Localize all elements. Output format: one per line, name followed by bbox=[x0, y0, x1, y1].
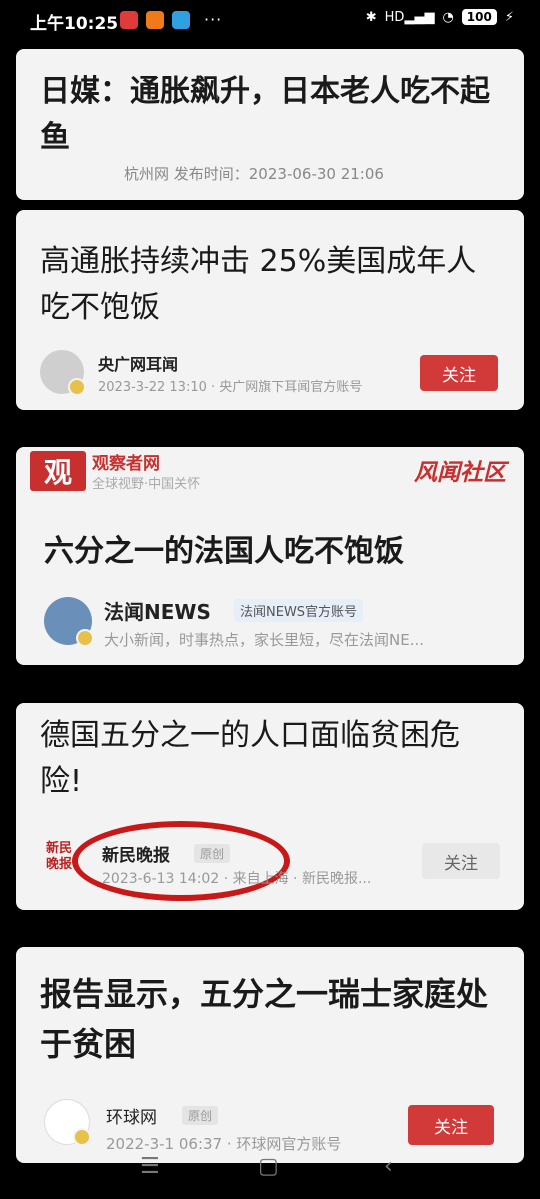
wifi-icon: ◔ bbox=[442, 9, 454, 25]
signal-icon: HD▂▄▆ bbox=[384, 9, 435, 25]
avatar[interactable] bbox=[40, 350, 86, 396]
fengwen-logo: 风闻社区 bbox=[414, 460, 506, 486]
status-bar: 上午10:25 ··· ✱ HD▂▄▆ ◔ 100 ⚡ bbox=[0, 0, 540, 40]
battery-icon: 100 bbox=[461, 9, 497, 25]
more-notifications-icon: ··· bbox=[204, 10, 223, 29]
source-sub: 2023-3-22 13:10 · 央广网旗下耳闻官方账号 bbox=[98, 380, 363, 395]
news-meta: 杭州网 发布时间：2023-06-30 21:06 bbox=[124, 165, 384, 183]
brand-name: 观察者网 bbox=[92, 454, 160, 474]
source-sub: 2022-3-1 06:37 · 环球网官方账号 bbox=[106, 1135, 342, 1153]
verified-icon bbox=[76, 629, 94, 647]
news-title[interactable]: 六分之一的法国人吃不饱饭 bbox=[44, 529, 500, 575]
bluetooth-icon: ✱ bbox=[365, 9, 377, 25]
brand-slogan: 全球视野·中国关怀 bbox=[92, 477, 201, 492]
weibo-icon bbox=[120, 10, 138, 29]
status-time: 上午10:25 bbox=[30, 14, 119, 34]
verified-icon bbox=[68, 378, 86, 396]
charging-icon: ⚡ bbox=[504, 9, 514, 25]
news-title[interactable]: 高通胀持续冲击 25%美国成年人吃不饱饭 bbox=[40, 239, 500, 331]
taobao-icon bbox=[146, 10, 164, 29]
news-card[interactable]: 德国五分之一的人口面临贫困危险! 新民晚报 新民晚报 原创 2023-6-13 … bbox=[16, 703, 524, 910]
original-badge: 原创 bbox=[194, 844, 231, 863]
source-name[interactable]: 新民晚报 bbox=[102, 841, 170, 866]
source-sub: 2023-6-13 14:02 · 来自上海 · 新民晚报... bbox=[102, 871, 372, 887]
menu-icon[interactable]: ☰ bbox=[140, 1154, 160, 1179]
news-card[interactable]: 高通胀持续冲击 25%美国成年人吃不饱饭 央广网耳闻 2023-3-22 13:… bbox=[16, 210, 524, 410]
navigation-bar: ☰ ▢ ‹ bbox=[0, 1154, 540, 1199]
home-icon[interactable]: ▢ bbox=[258, 1154, 279, 1179]
avatar[interactable] bbox=[44, 1099, 91, 1146]
source-name[interactable]: 央广网耳闻 bbox=[98, 351, 178, 375]
news-title[interactable]: 报告显示，五分之一瑞士家庭处于贫困 bbox=[40, 969, 500, 1069]
app-notification-icon bbox=[172, 10, 190, 29]
news-card[interactable]: 报告显示，五分之一瑞士家庭处于贫困 环球网 原创 2022-3-1 06:37 … bbox=[16, 947, 524, 1163]
original-badge: 原创 bbox=[182, 1106, 219, 1125]
status-right: ✱ HD▂▄▆ ◔ 100 ⚡ bbox=[366, 9, 514, 25]
verified-badge: 法闻NEWS官方账号 bbox=[234, 599, 364, 622]
news-card[interactable]: 观 观察者网 全球视野·中国关怀 风闻社区 六分之一的法国人吃不饱饭 法闻NEW… bbox=[16, 447, 524, 665]
news-title[interactable]: 德国五分之一的人口面临贫困危险! bbox=[40, 713, 500, 805]
follow-button[interactable]: 关注 bbox=[420, 355, 498, 391]
source-name[interactable]: 环球网 bbox=[106, 1103, 157, 1128]
avatar[interactable] bbox=[44, 597, 94, 647]
source-name[interactable]: 法闻NEWS bbox=[104, 596, 211, 625]
follow-button[interactable]: 关注 bbox=[422, 843, 500, 879]
back-icon[interactable]: ‹ bbox=[384, 1154, 393, 1179]
news-title[interactable]: 日媒：通胀飙升，日本老人吃不起鱼 bbox=[40, 69, 500, 161]
source-sub: 大小新闻，时事热点，家长里短，尽在法闻NE... bbox=[104, 631, 425, 649]
follow-button[interactable]: 关注 bbox=[408, 1105, 494, 1145]
notification-icons: ··· bbox=[120, 10, 222, 29]
news-card[interactable]: 日媒：通胀飙升，日本老人吃不起鱼 杭州网 发布时间：2023-06-30 21:… bbox=[16, 49, 524, 200]
verified-icon bbox=[73, 1128, 91, 1146]
guancha-logo: 观 bbox=[30, 451, 86, 491]
